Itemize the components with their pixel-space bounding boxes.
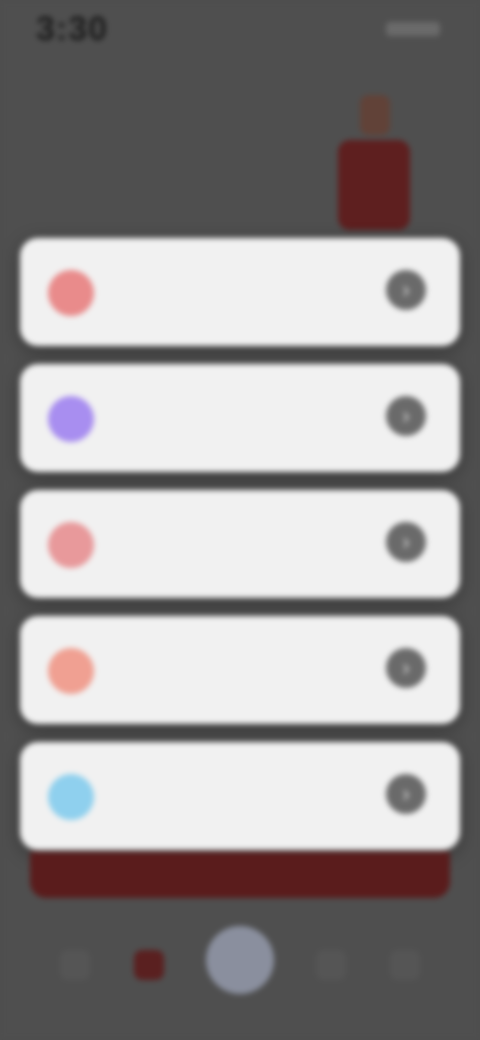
- header-graphic: [338, 140, 410, 230]
- card-list: › › › › ›: [20, 238, 460, 868]
- list-item[interactable]: ›: [20, 490, 460, 598]
- list-item[interactable]: ›: [20, 742, 460, 850]
- status-dot-icon: [48, 396, 94, 442]
- list-item[interactable]: ›: [20, 364, 460, 472]
- chevron-right-icon[interactable]: ›: [386, 774, 426, 814]
- chevron-right-icon[interactable]: ›: [386, 648, 426, 688]
- app-screen: 3:30 › › › › ›: [0, 0, 480, 1040]
- list-icon[interactable]: [316, 950, 346, 980]
- bottom-banner[interactable]: [30, 852, 450, 898]
- chevron-right-icon[interactable]: ›: [386, 522, 426, 562]
- status-dot-icon: [48, 270, 94, 316]
- bottom-nav: [0, 920, 480, 1020]
- home-icon[interactable]: [60, 950, 90, 980]
- list-item[interactable]: ›: [20, 616, 460, 724]
- status-time: 3:30: [36, 10, 109, 48]
- status-icons: [386, 22, 440, 36]
- status-dot-icon: [48, 522, 94, 568]
- profile-icon[interactable]: [390, 950, 420, 980]
- status-bar: 3:30: [0, 0, 480, 60]
- status-dot-icon: [48, 648, 94, 694]
- stats-icon[interactable]: [134, 950, 164, 980]
- status-dot-icon: [48, 774, 94, 820]
- header-graphic-accent: [360, 95, 390, 135]
- chevron-right-icon[interactable]: ›: [386, 396, 426, 436]
- center-action-icon[interactable]: [206, 926, 274, 994]
- chevron-right-icon[interactable]: ›: [386, 270, 426, 310]
- list-item[interactable]: ›: [20, 238, 460, 346]
